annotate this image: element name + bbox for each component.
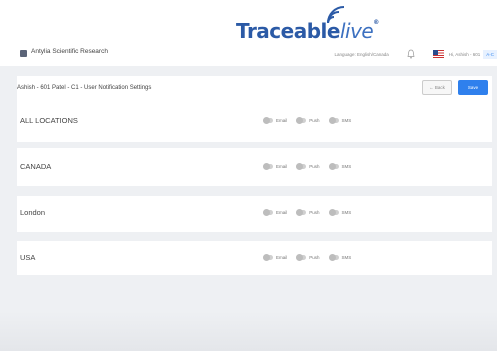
push-toggle[interactable] <box>296 209 307 216</box>
location-row <box>17 148 492 186</box>
location-row <box>17 241 492 275</box>
push-toggle[interactable] <box>296 117 307 124</box>
app-header: Antylia Scientific Research Language: En… <box>0 42 497 67</box>
location-name: USA <box>20 253 36 262</box>
sms-toggle[interactable] <box>328 254 339 261</box>
sms-toggle[interactable] <box>328 209 339 216</box>
brand-logo: Traceablelive® <box>236 3 379 43</box>
user-menu[interactable]: Hi, Ashish - 601 <box>449 52 481 57</box>
email-toggle[interactable] <box>263 117 273 124</box>
notification-toggles: Email Push SMS <box>263 163 360 170</box>
push-toggle[interactable] <box>296 254 307 261</box>
email-toggle[interactable] <box>263 163 273 170</box>
sms-toggle[interactable] <box>328 163 339 170</box>
back-button[interactable]: ← Back <box>422 80 452 95</box>
app-logo-icon <box>20 50 27 57</box>
push-toggle[interactable] <box>296 163 307 170</box>
save-button[interactable]: Save <box>458 80 488 95</box>
notification-toggles: Email Push SMS <box>263 209 360 216</box>
app-name: Antylia Scientific Research <box>31 48 108 55</box>
email-toggle[interactable] <box>263 254 273 261</box>
brand-name: Traceablelive® <box>236 19 379 43</box>
location-name: London <box>20 208 46 217</box>
page-title: Ashish - 601 Patel - C1 - User Notificat… <box>17 85 152 91</box>
location-name: ALL LOCATIONS <box>20 116 78 125</box>
sms-toggle[interactable] <box>328 117 339 124</box>
location-row <box>17 196 492 232</box>
us-flag-icon[interactable] <box>432 50 444 58</box>
user-badge[interactable]: A-C <box>483 49 497 59</box>
language-selector[interactable]: Language: English/Canada <box>334 52 388 57</box>
notification-toggles: Email Push SMS <box>263 254 360 261</box>
location-name: CANADA <box>20 162 52 171</box>
notification-toggles: Email Push SMS <box>263 117 360 124</box>
email-toggle[interactable] <box>263 209 273 216</box>
bell-icon[interactable] <box>407 49 415 59</box>
